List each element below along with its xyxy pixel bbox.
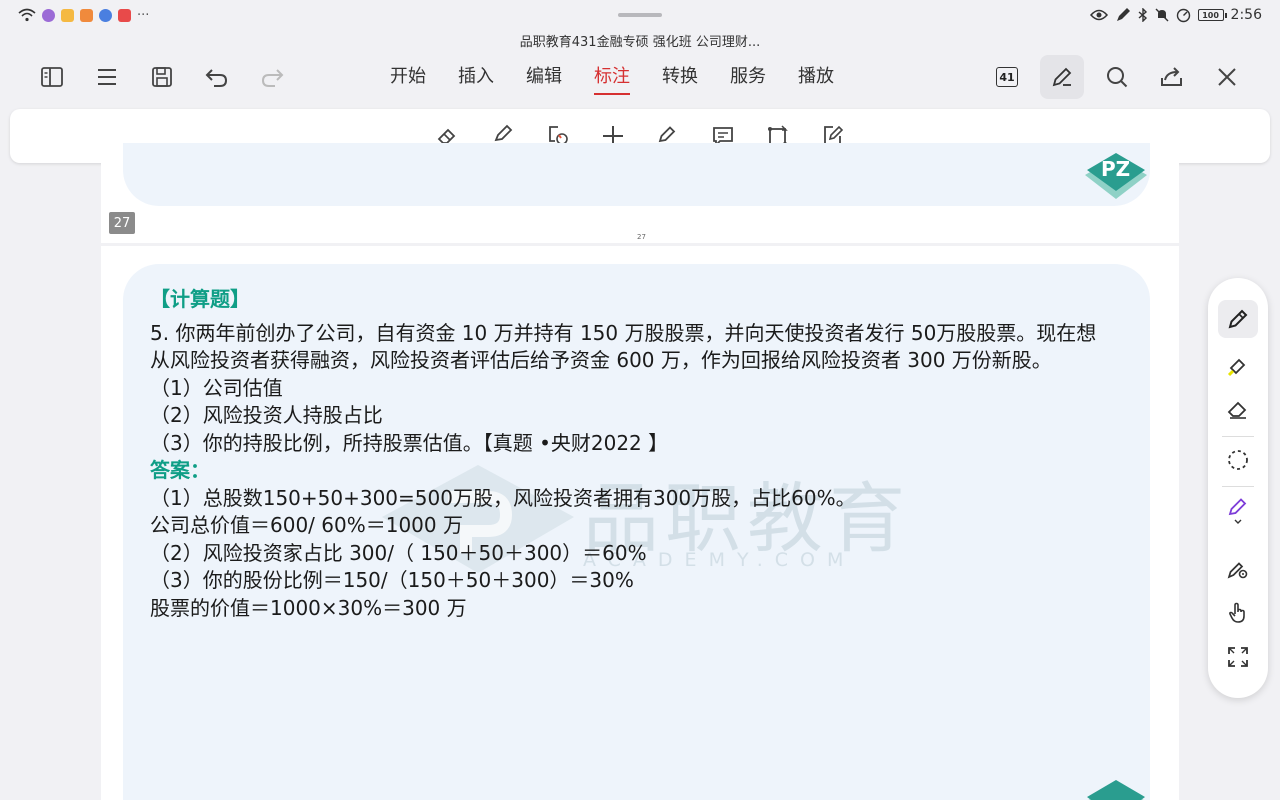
mute-icon (1155, 8, 1169, 22)
tab-annotate[interactable]: 标注 (594, 62, 630, 95)
hand-tool-button[interactable] (1218, 594, 1258, 632)
current-page: 品职教育 ACADEMY.COM 【计算题】 5. 你两年前创办了公司，自有资金… (101, 246, 1179, 800)
ribbon-tabs: 开始 插入 编辑 标注 转换 服务 播放 (390, 62, 834, 95)
expand-icon (1227, 646, 1249, 668)
battery-level: 100 (1202, 10, 1219, 20)
pen-color-button[interactable] (1218, 492, 1258, 530)
question-card: 品职教育 ACADEMY.COM 【计算题】 5. 你两年前创办了公司，自有资金… (123, 264, 1150, 800)
bluetooth-icon (1138, 8, 1148, 22)
more-notifications-icon: ··· (137, 7, 150, 23)
redo-icon (259, 66, 285, 88)
clock-time: 2:56 (1230, 7, 1262, 23)
close-icon (1216, 66, 1238, 88)
section-heading: 【计算题】 (150, 287, 250, 311)
wifi-icon (18, 8, 36, 22)
page-thumbnails-button[interactable]: 41 (990, 60, 1024, 94)
main-toolbar: 开始 插入 编辑 标注 转换 服务 播放 41 (0, 52, 1280, 104)
pen-icon (1226, 307, 1250, 331)
menu-icon (95, 67, 119, 87)
tab-convert[interactable]: 转换 (662, 62, 698, 95)
eye-icon (1089, 9, 1108, 21)
undo-icon (204, 66, 230, 88)
pz-logo-icon (1087, 780, 1145, 800)
search-button[interactable] (1100, 60, 1134, 94)
window-grabber-handle[interactable] (618, 13, 662, 17)
stylus-icon (1115, 7, 1131, 23)
hand-pointer-icon (1226, 601, 1250, 625)
save-button[interactable] (145, 60, 179, 94)
app-notification-icon (61, 8, 74, 22)
page-number-badge: 27 (109, 212, 135, 234)
question-content: 【计算题】 5. 你两年前创办了公司，自有资金 10 万并持有 150 万股股票… (150, 286, 1150, 622)
gauge-icon (1176, 8, 1191, 23)
tab-insert[interactable]: 插入 (458, 62, 494, 95)
pen-select-button[interactable] (1218, 300, 1258, 338)
sub-question: （1）公司估值 (150, 375, 283, 400)
battery-icon: 100 (1197, 9, 1227, 21)
pen-icon (1050, 65, 1074, 89)
app-notification-icon (42, 8, 55, 22)
pen-mode-button[interactable] (1040, 55, 1084, 99)
question-text: 5. 你两年前创办了公司，自有资金 10 万并持有 150 万股股票，并向天使投… (150, 320, 1097, 345)
answer-heading: 答案： (150, 458, 210, 482)
sidebar-icon (40, 66, 64, 88)
sub-question: （2）风险投资人持股占比 (150, 403, 383, 427)
pz-logo-text: PZ (1101, 157, 1131, 181)
undo-button[interactable] (200, 60, 234, 94)
redo-button[interactable] (255, 60, 289, 94)
panel-divider (1222, 436, 1254, 437)
answer-line: 股票的价值＝1000×30%＝300 万 (150, 595, 467, 620)
tab-services[interactable]: 服务 (730, 62, 766, 95)
save-icon (150, 65, 174, 89)
tab-start[interactable]: 开始 (390, 62, 426, 95)
close-button[interactable] (1210, 60, 1244, 94)
eraser-select-button[interactable] (1218, 390, 1258, 428)
status-right: 100 2:56 (1089, 7, 1262, 23)
pen-settings-button[interactable] (1218, 550, 1258, 588)
panel-divider (1222, 486, 1254, 487)
share-icon (1159, 65, 1185, 89)
status-left: ··· (18, 8, 149, 23)
answer-line: （1）总股数150+50+300=500万股，风险投资者拥有300万股，占比60… (150, 485, 856, 510)
highlighter-icon (1226, 353, 1250, 377)
eraser-icon (1226, 397, 1250, 421)
document-title: 品职教育431金融专硕 强化班 公司理财... (519, 35, 761, 50)
tab-edit[interactable]: 编辑 (526, 62, 562, 95)
sidebar-toggle-button[interactable] (35, 60, 69, 94)
answer-line: （3）你的股份比例＝150/（150＋50＋300）＝30% (150, 568, 634, 592)
share-button[interactable] (1155, 60, 1189, 94)
tab-play[interactable]: 播放 (798, 62, 834, 95)
floating-pen-panel (1208, 278, 1268, 698)
answer-line: 公司总价值＝600/ 60%＝1000 万 (150, 513, 463, 537)
app-notification-icon (80, 8, 93, 22)
answer-line: （2）风险投资家占比 300/（ 150＋50＋300）＝60% (150, 540, 647, 565)
question-text: 从风险投资者获得融资，风险投资者评估后给予资金 600 万，作为回报给风险投资者… (150, 348, 1052, 372)
pen-settings-icon (1226, 557, 1250, 581)
sub-question: （3）你的持股比例，所持股票估值。【真题 •央财2022 】 (150, 430, 669, 455)
app-notification-icon (99, 8, 112, 22)
menu-button[interactable] (90, 60, 124, 94)
lasso-icon (1226, 448, 1250, 472)
app-notification-icon (118, 8, 131, 22)
page-footer-number: 27 (637, 233, 646, 241)
lasso-select-button[interactable] (1218, 441, 1258, 479)
purple-pen-icon (1226, 496, 1250, 526)
previous-page: PZ 27 27 (101, 143, 1179, 243)
highlighter-select-button[interactable] (1218, 346, 1258, 384)
fullscreen-button[interactable] (1218, 638, 1258, 676)
search-icon (1105, 65, 1129, 89)
page-count-badge: 41 (996, 67, 1018, 87)
previous-page-card (123, 143, 1150, 206)
